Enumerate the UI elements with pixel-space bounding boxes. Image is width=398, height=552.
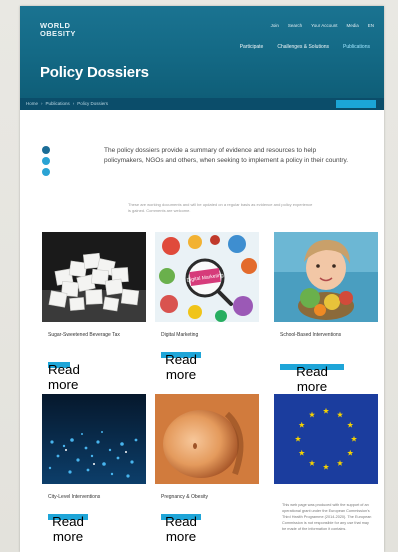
read-more-button[interactable]: Read more <box>48 514 88 544</box>
breadcrumb-bar: Home › Publications › Policy Dossiers <box>20 98 384 110</box>
dossier-card-school-interventions[interactable]: School-Based Interventions Read more <box>274 232 378 394</box>
breadcrumb-home[interactable]: Home <box>26 101 38 106</box>
main-nav-participate[interactable]: Participate <box>240 44 264 50</box>
digital-marketing-image: Digital Marketing <box>155 232 259 322</box>
dossier-card-ssb-tax[interactable]: Sugar-Sweetened Beverage Tax Read more <box>42 232 146 392</box>
read-more-button[interactable]: Read more <box>161 352 201 382</box>
twitter-icon[interactable] <box>42 157 50 165</box>
top-nav-language[interactable]: EN <box>368 23 374 28</box>
site-header: WORLD OBESITY Join Search Your Account M… <box>20 6 384 98</box>
card-title[interactable]: Pregnancy & Obesity <box>161 494 257 501</box>
top-nav-search[interactable]: Search <box>288 23 302 28</box>
top-nav-account[interactable]: Your Account <box>311 23 337 28</box>
top-nav-media[interactable]: Media <box>346 23 358 28</box>
linkedin-icon[interactable] <box>42 168 50 176</box>
breadcrumb-publications[interactable]: Publications <box>46 101 70 106</box>
card-title[interactable]: City-Level Interventions <box>48 494 144 501</box>
site-logo[interactable]: WORLD OBESITY <box>40 22 76 38</box>
breadcrumb: Home › Publications › Policy Dossiers <box>26 101 108 106</box>
eu-funding-text: This web page was produced with the supp… <box>282 503 372 531</box>
eu-funding-card: This web page was produced with the supp… <box>274 394 378 531</box>
page-title: Policy Dossiers <box>40 64 149 81</box>
main-nav: Participate Challenges & Solutions Publi… <box>240 44 370 50</box>
sugar-cubes-image <box>42 232 146 322</box>
dossier-card-pregnancy[interactable]: Pregnancy & Obesity Read more <box>155 394 259 544</box>
card-title[interactable]: School-Based Interventions <box>280 332 376 339</box>
breadcrumb-separator: › <box>72 101 75 106</box>
top-nav-join[interactable]: Join <box>271 23 279 28</box>
card-title[interactable]: Digital Marketing <box>161 332 257 339</box>
card-title[interactable]: Sugar-Sweetened Beverage Tax <box>48 332 144 339</box>
dossier-card-digital-marketing[interactable]: Digital Marketing Digital Marketing Read… <box>155 232 259 382</box>
child-with-fruit-image <box>274 232 378 322</box>
main-nav-challenges[interactable]: Challenges & Solutions <box>277 44 329 50</box>
web-page: WORLD OBESITY Join Search Your Account M… <box>20 6 384 552</box>
eu-flag-svg <box>274 394 378 484</box>
breadcrumb-separator: › <box>41 101 43 106</box>
read-more-button[interactable]: Read more <box>48 362 80 392</box>
intro-note: These are working documents and will be … <box>128 202 313 213</box>
main-nav-publications[interactable]: Publications <box>343 44 370 50</box>
city-night-image <box>42 394 146 484</box>
breadcrumb-action-button[interactable] <box>336 100 376 108</box>
logo-line-2: OBESITY <box>40 29 76 38</box>
pregnant-belly-image <box>155 394 259 484</box>
share-icons <box>42 146 50 179</box>
read-more-button[interactable]: Read more <box>280 364 344 394</box>
dossier-card-city-interventions[interactable]: City-Level Interventions Read more <box>42 394 146 544</box>
breadcrumb-current: Policy Dossiers <box>77 101 109 106</box>
read-more-button[interactable]: Read more <box>161 514 201 544</box>
facebook-icon[interactable] <box>42 146 50 154</box>
eu-flag-image <box>274 394 378 484</box>
top-nav: Join Search Your Account Media EN <box>271 23 374 28</box>
intro-text: The policy dossiers provide a summary of… <box>104 147 349 164</box>
